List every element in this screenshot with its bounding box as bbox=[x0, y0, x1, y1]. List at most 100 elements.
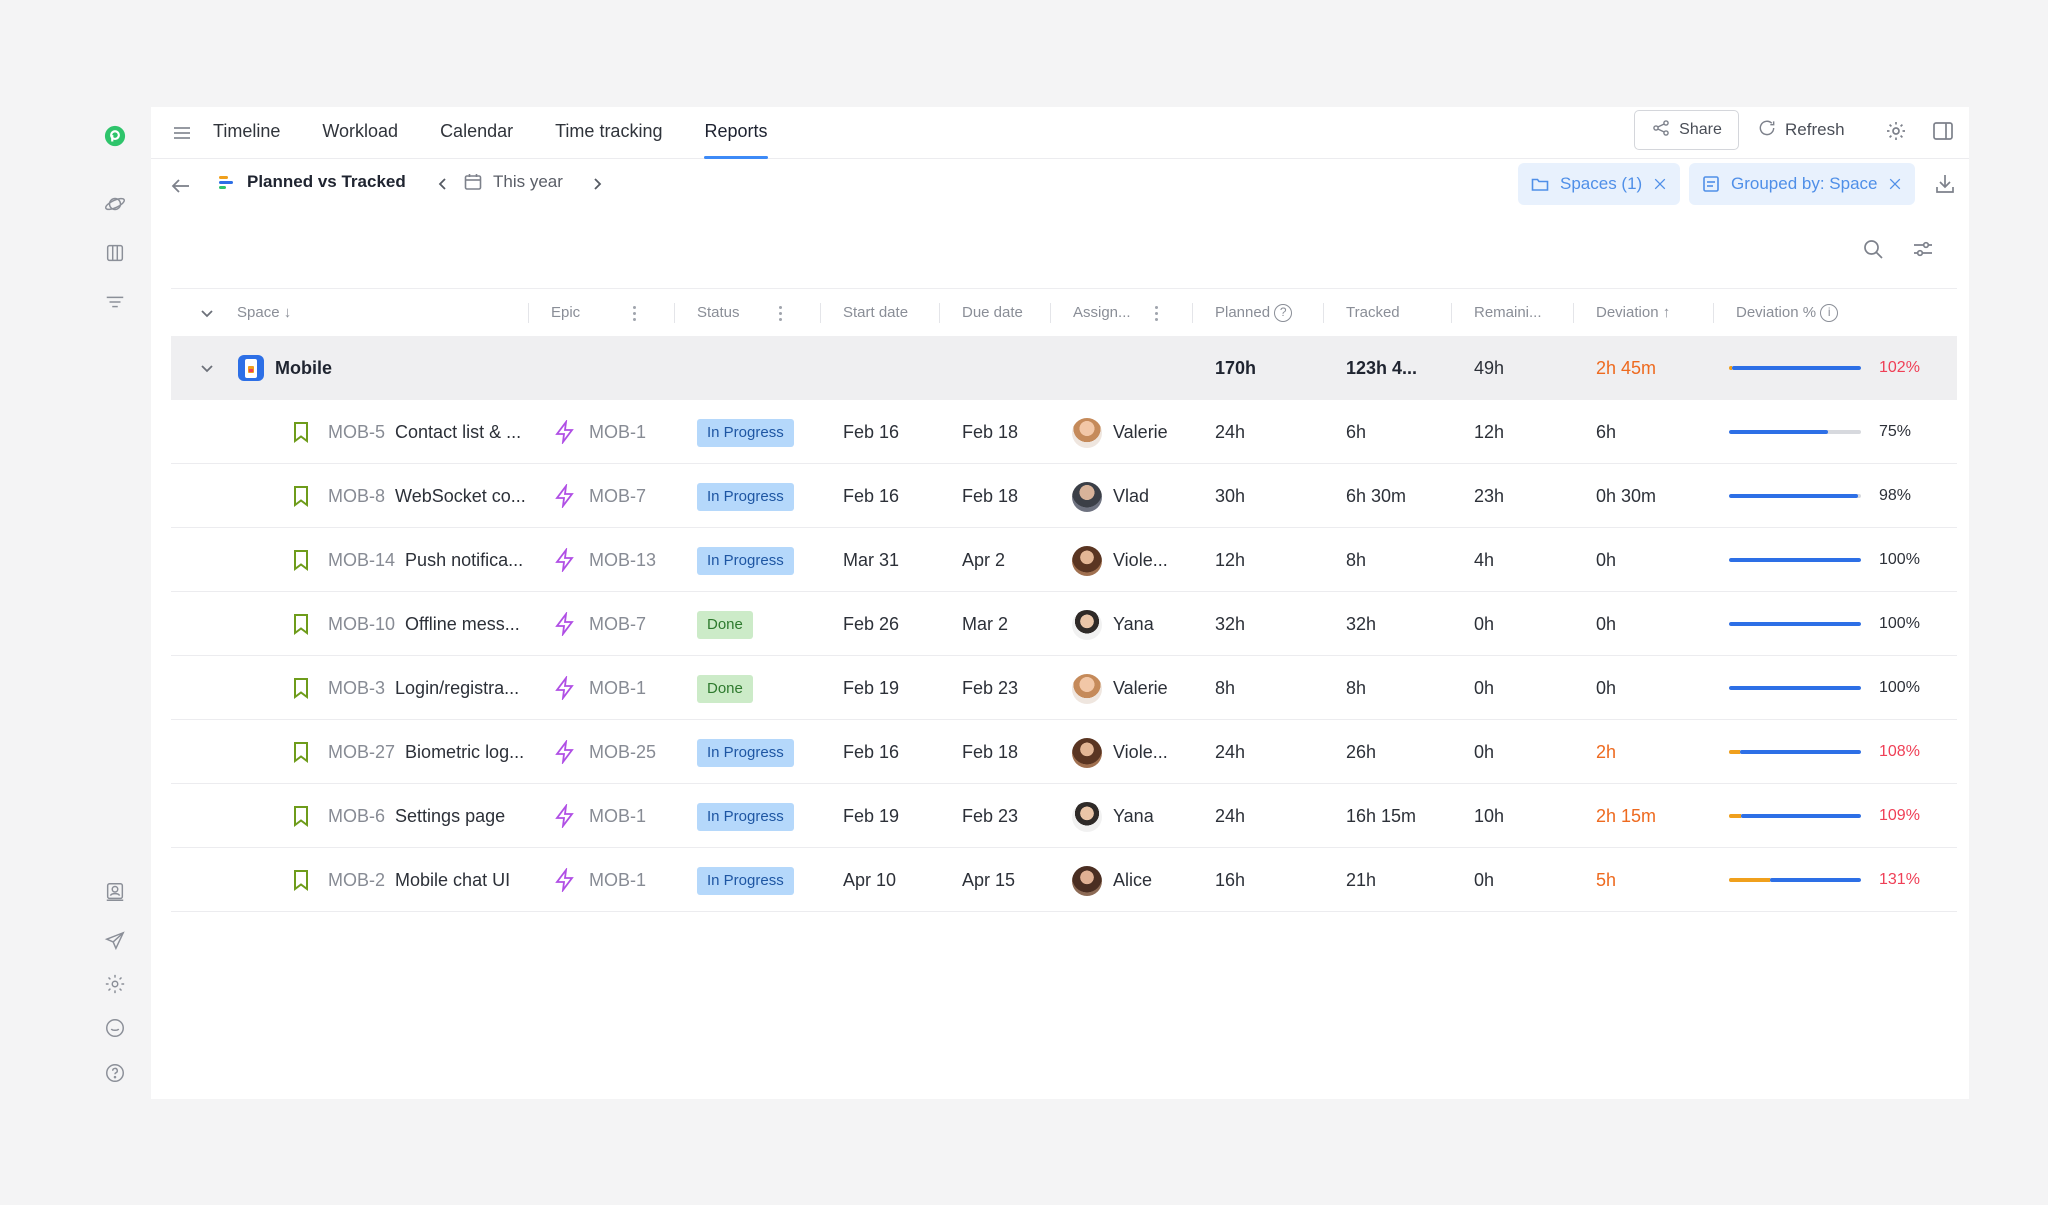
task-cell[interactable]: MOB-8 WebSocket co... bbox=[328, 464, 526, 528]
logo-icon[interactable] bbox=[101, 122, 129, 150]
gear-icon[interactable] bbox=[1884, 119, 1908, 143]
assignee-name[interactable]: Valerie bbox=[1113, 400, 1168, 464]
refresh-button[interactable]: Refresh bbox=[1757, 110, 1845, 150]
assignee-name[interactable]: Viole... bbox=[1113, 720, 1168, 784]
tab-timeline[interactable]: Timeline bbox=[213, 107, 280, 159]
column-menu-icon[interactable] bbox=[631, 306, 637, 322]
info-icon[interactable]: i bbox=[1820, 304, 1839, 323]
assignee-name[interactable]: Yana bbox=[1113, 784, 1154, 848]
left-rail bbox=[95, 108, 135, 1098]
tab-calendar[interactable]: Calendar bbox=[440, 107, 513, 159]
contacts-icon[interactable] bbox=[101, 878, 129, 906]
table-row[interactable]: MOB-8 WebSocket co... MOB-7 In Progress … bbox=[171, 464, 1957, 528]
table-row[interactable]: MOB-5 Contact list & ... MOB-1 In Progre… bbox=[171, 400, 1957, 464]
col-tracked[interactable]: Tracked bbox=[1346, 289, 1400, 337]
epic-key[interactable]: MOB-13 bbox=[589, 528, 657, 592]
task-cell[interactable]: MOB-27 Biometric log... bbox=[328, 720, 524, 784]
period-picker[interactable]: This year bbox=[463, 172, 563, 192]
task-cell[interactable]: MOB-3 Login/registra... bbox=[328, 656, 519, 720]
board-icon[interactable] bbox=[101, 239, 129, 267]
close-icon[interactable] bbox=[1652, 176, 1668, 192]
chevron-left-icon[interactable] bbox=[433, 174, 453, 194]
send-icon[interactable] bbox=[101, 927, 129, 955]
status-badge[interactable]: In Progress bbox=[697, 739, 794, 767]
table-row[interactable]: MOB-14 Push notifica... MOB-13 In Progre… bbox=[171, 528, 1957, 592]
table-row[interactable]: MOB-27 Biometric log... MOB-25 In Progre… bbox=[171, 720, 1957, 784]
table-row[interactable]: MOB-3 Login/registra... MOB-1 Done Feb 1… bbox=[171, 656, 1957, 720]
filter-chip-grouping[interactable]: Grouped by: Space bbox=[1689, 163, 1916, 205]
col-planned[interactable]: Planned ? bbox=[1215, 289, 1293, 337]
col-status[interactable]: Status bbox=[697, 289, 740, 337]
planet-icon[interactable] bbox=[101, 190, 129, 218]
status-badge[interactable]: In Progress bbox=[697, 483, 794, 511]
table-row[interactable]: MOB-2 Mobile chat UI MOB-1 In Progress A… bbox=[171, 848, 1957, 912]
col-space[interactable]: Space ↓ bbox=[237, 289, 291, 337]
column-menu-icon[interactable] bbox=[777, 306, 783, 322]
col-start-date[interactable]: Start date bbox=[843, 289, 908, 337]
status-badge[interactable]: In Progress bbox=[697, 803, 794, 831]
gear-icon[interactable] bbox=[101, 970, 129, 998]
filter-lines-icon[interactable] bbox=[101, 288, 129, 316]
download-icon[interactable] bbox=[1933, 172, 1957, 196]
status-badge[interactable]: Done bbox=[697, 611, 753, 639]
bolt-icon bbox=[553, 866, 577, 894]
epic-key[interactable]: MOB-1 bbox=[589, 656, 657, 720]
sidebar-toggle-icon[interactable] bbox=[1931, 119, 1955, 143]
task-cell[interactable]: MOB-6 Settings page bbox=[328, 784, 505, 848]
bookmark-icon bbox=[289, 804, 313, 828]
epic-key[interactable]: MOB-1 bbox=[589, 848, 657, 912]
epic-key[interactable]: MOB-25 bbox=[589, 720, 657, 784]
deviation-pct: 100% bbox=[1879, 679, 1920, 696]
back-arrow-icon[interactable] bbox=[169, 174, 193, 198]
status-badge[interactable]: In Progress bbox=[697, 867, 794, 895]
help-icon[interactable] bbox=[101, 1059, 129, 1087]
search-icon[interactable] bbox=[1861, 237, 1885, 261]
table-row[interactable]: MOB-10 Offline mess... MOB-7 Done Feb 26… bbox=[171, 592, 1957, 656]
assignee-name[interactable]: Vlad bbox=[1113, 464, 1149, 528]
task-cell[interactable]: MOB-5 Contact list & ... bbox=[328, 400, 521, 464]
deviation-progress-bar bbox=[1729, 430, 1861, 434]
due-date: Feb 18 bbox=[962, 742, 1019, 762]
chevron-right-icon[interactable] bbox=[587, 174, 607, 194]
assignee-name[interactable]: Alice bbox=[1113, 848, 1152, 912]
col-epic[interactable]: Epic bbox=[551, 289, 580, 337]
col-deviation[interactable]: Deviation ↑ bbox=[1596, 289, 1670, 337]
group-row-mobile[interactable]: Mobile 170h 123h 4... 49h 2h 45m 102% bbox=[171, 336, 1957, 400]
close-icon[interactable] bbox=[1887, 176, 1903, 192]
help-icon[interactable]: ? bbox=[1274, 304, 1293, 323]
epic-key[interactable]: MOB-7 bbox=[589, 464, 657, 528]
col-due-date[interactable]: Due date bbox=[962, 289, 1023, 337]
group-deviation: 2h 45m bbox=[1596, 358, 1657, 378]
table-row[interactable]: MOB-6 Settings page MOB-1 In Progress Fe… bbox=[171, 784, 1957, 848]
chat-icon[interactable] bbox=[101, 1014, 129, 1042]
column-menu-icon[interactable] bbox=[1153, 306, 1159, 322]
chevron-down-icon[interactable] bbox=[197, 303, 217, 323]
tab-reports[interactable]: Reports bbox=[704, 107, 768, 159]
due-date: Apr 2 bbox=[962, 550, 1006, 570]
task-cell[interactable]: MOB-2 Mobile chat UI bbox=[328, 848, 510, 912]
share-button[interactable]: Share bbox=[1634, 110, 1739, 150]
assignee-name[interactable]: Viole... bbox=[1113, 528, 1168, 592]
status-badge[interactable]: In Progress bbox=[697, 547, 794, 575]
col-remaining[interactable]: Remaini... bbox=[1474, 289, 1542, 337]
assignee-name[interactable]: Valerie bbox=[1113, 656, 1168, 720]
tab-time-tracking[interactable]: Time tracking bbox=[555, 107, 662, 159]
epic-key[interactable]: MOB-1 bbox=[589, 784, 657, 848]
col-deviation-pct[interactable]: Deviation % i bbox=[1736, 289, 1839, 337]
chevron-down-icon[interactable] bbox=[197, 358, 217, 378]
sliders-icon[interactable] bbox=[1911, 237, 1935, 261]
menu-icon[interactable] bbox=[171, 122, 193, 144]
epic-key[interactable]: MOB-7 bbox=[589, 592, 657, 656]
column-divider bbox=[1192, 303, 1193, 323]
filter-chip-spaces[interactable]: Spaces (1) bbox=[1518, 163, 1681, 205]
epic-key[interactable]: MOB-1 bbox=[589, 400, 657, 464]
status-badge[interactable]: In Progress bbox=[697, 419, 794, 447]
report-title[interactable]: Planned vs Tracked bbox=[217, 172, 406, 192]
status-badge[interactable]: Done bbox=[697, 675, 753, 703]
tab-workload[interactable]: Workload bbox=[322, 107, 398, 159]
assignee-name[interactable]: Yana bbox=[1113, 592, 1154, 656]
task-cell[interactable]: MOB-14 Push notifica... bbox=[328, 528, 523, 592]
task-cell[interactable]: MOB-10 Offline mess... bbox=[328, 592, 520, 656]
refresh-label: Refresh bbox=[1785, 120, 1845, 139]
col-assignee[interactable]: Assign... bbox=[1073, 289, 1131, 337]
